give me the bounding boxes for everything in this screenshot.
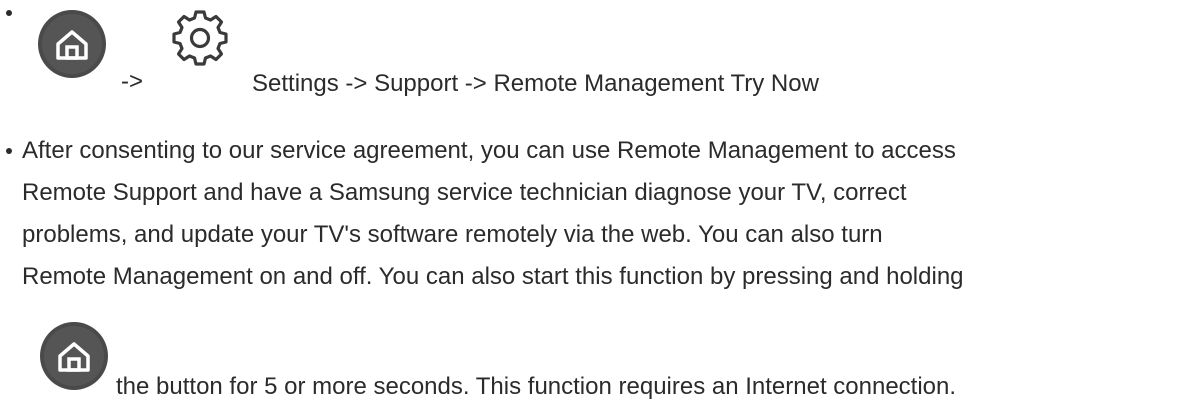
bullet-2: [6, 148, 12, 154]
gear-icon: [172, 10, 228, 66]
settings-path-text: Settings -> Support -> Remote Management…: [252, 70, 819, 97]
paragraph-line-4: Remote Management on and off. You can al…: [22, 263, 964, 290]
bullet-1: [6, 10, 12, 16]
paragraph-line-3: problems, and update your TV's software …: [22, 221, 883, 248]
paragraph-last-line: the button for 5 or more seconds. This f…: [116, 373, 957, 400]
home-button-icon: [38, 10, 106, 78]
paragraph-line-1: After consenting to our service agreemen…: [22, 137, 956, 164]
arrow-text: ->: [121, 68, 144, 95]
paragraph-line-2: Remote Support and have a Samsung servic…: [22, 179, 907, 206]
home-button-icon: [40, 322, 108, 390]
